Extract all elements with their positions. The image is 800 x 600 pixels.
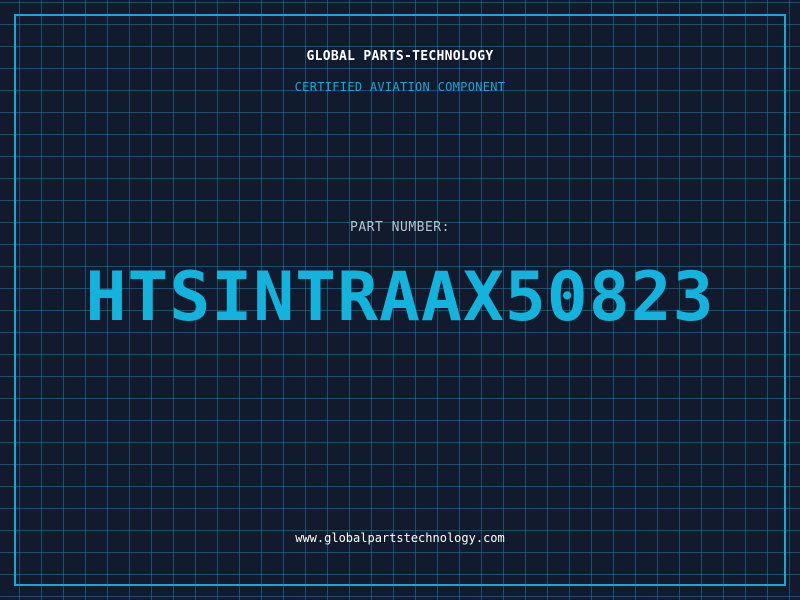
part-number-label: PART NUMBER:: [350, 220, 450, 235]
certification-tagline: CERTIFIED AVIATION COMPONENT: [294, 80, 506, 94]
website-url: www.globalpartstechnology.com: [295, 531, 505, 545]
part-number-value: HTSINTRAAX50823: [85, 258, 715, 337]
company-name: GLOBAL PARTS-TECHNOLOGY: [306, 49, 494, 64]
part-label-card: GLOBAL PARTS-TECHNOLOGY CERTIFIED AVIATI…: [0, 0, 800, 600]
